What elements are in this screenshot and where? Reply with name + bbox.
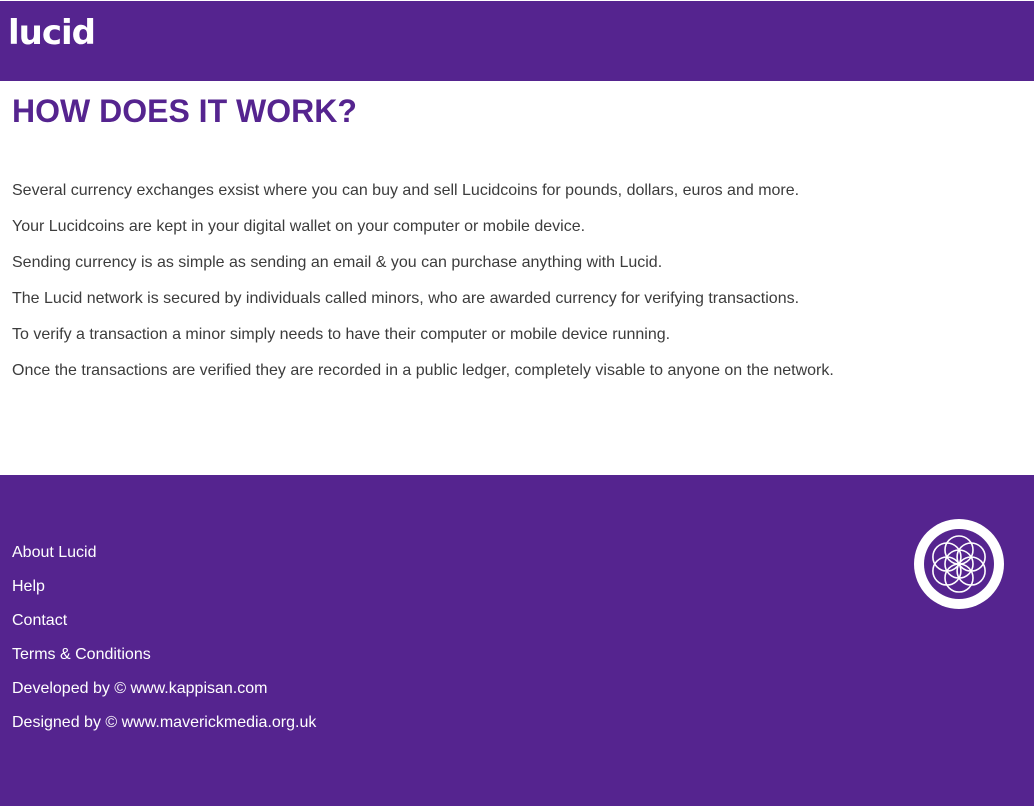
flower-of-life-icon <box>914 519 1004 609</box>
paragraph-ledger: Once the transactions are verified they … <box>12 362 834 379</box>
footer-link-help[interactable]: Help <box>12 577 316 597</box>
lucid-logo[interactable]: lucid <box>8 13 96 53</box>
main-content: HOW DOES IT WORK? Several currency excha… <box>0 81 1034 475</box>
footer-link-terms[interactable]: Terms & Conditions <box>12 645 316 665</box>
footer-link-about[interactable]: About Lucid <box>12 543 316 563</box>
paragraph-verify: To verify a transaction a minor simply n… <box>12 326 671 343</box>
footer-links: About Lucid Help Contact Terms & Conditi… <box>12 543 316 747</box>
explanation-paragraphs: Several currency exchanges exsist where … <box>12 180 834 396</box>
paragraph-wallet: Your Lucidcoins are kept in your digital… <box>12 218 586 235</box>
site-footer: About Lucid Help Contact Terms & Conditi… <box>0 475 1034 806</box>
page-title: HOW DOES IT WORK? <box>12 93 357 129</box>
footer-link-designer[interactable]: Designed by © www.maverickmedia.org.uk <box>12 713 316 733</box>
footer-link-contact[interactable]: Contact <box>12 611 316 631</box>
footer-link-developer[interactable]: Developed by © www.kappisan.com <box>12 679 316 699</box>
paragraph-exchanges: Several currency exchanges exsist where … <box>12 182 800 199</box>
paragraph-sending: Sending currency is as simple as sending… <box>12 254 663 271</box>
paragraph-network: The Lucid network is secured by individu… <box>12 290 800 307</box>
site-header: lucid <box>0 1 1034 81</box>
